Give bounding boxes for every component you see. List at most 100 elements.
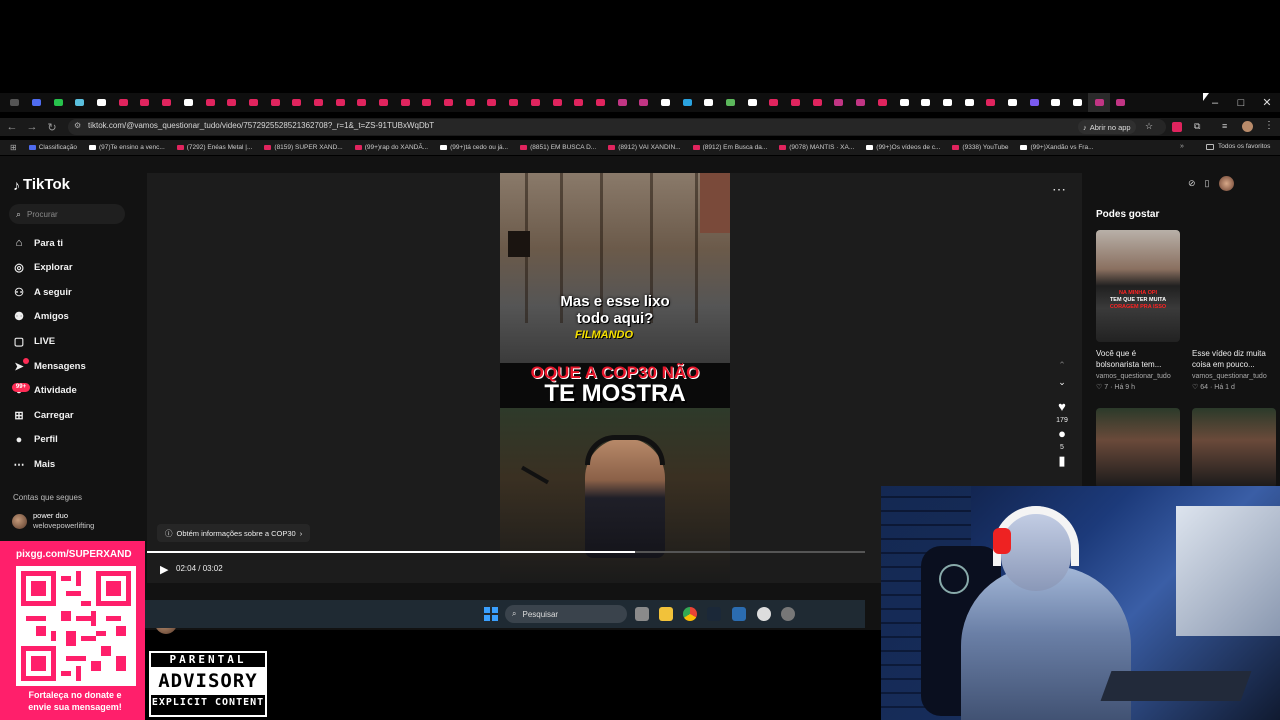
browser-tab[interactable]: [850, 93, 872, 112]
browser-tab[interactable]: [286, 93, 308, 112]
browser-tab[interactable]: [763, 93, 785, 112]
video-frame[interactable]: Mas e esse lixo todo aqui? FILMANDO OQUE…: [500, 173, 730, 583]
browser-tab[interactable]: [633, 93, 655, 112]
extensions-puzzle-icon[interactable]: ⧉: [1194, 121, 1200, 132]
tiktok-logo[interactable]: ♪ TikTok: [13, 176, 70, 193]
file-explorer-icon[interactable]: [659, 607, 673, 621]
browser-tab[interactable]: [676, 93, 698, 112]
browser-tab[interactable]: [329, 93, 351, 112]
browser-tab[interactable]: [134, 93, 156, 112]
bookmark-item[interactable]: (99+)Os vídeos de c...: [866, 144, 940, 151]
sidebar-item-home[interactable]: ⌂ Para ti: [12, 235, 63, 251]
suggestion-card[interactable]: NA MINHA OPI TEM QUE TER MUITA CORAGEM P…: [1096, 230, 1180, 392]
bookmark-item[interactable]: (9338) YouTube: [952, 144, 1008, 151]
browser-tab[interactable]: [828, 93, 850, 112]
browser-tab[interactable]: [611, 93, 633, 112]
browser-tab[interactable]: [1045, 93, 1067, 112]
windows-start-icon[interactable]: [484, 607, 498, 621]
browser-menu-icon[interactable]: ⋮: [1264, 120, 1274, 131]
browser-tab[interactable]: [720, 93, 742, 112]
bookmark-item[interactable]: (8851) EM BUSCA D...: [520, 144, 596, 151]
search-input[interactable]: ⌕ Procurar: [9, 204, 125, 224]
browser-tab[interactable]: [1023, 93, 1045, 112]
suggestion-card[interactable]: Esse vídeo diz muita coisa em pouco... v…: [1192, 230, 1276, 392]
bookmark-item[interactable]: (9078) MANTIS · XA...: [779, 144, 854, 151]
browser-tab[interactable]: [264, 93, 286, 112]
browser-tab[interactable]: [308, 93, 330, 112]
sidebar-item-friends[interactable]: ⚉ Amigos: [12, 309, 69, 325]
bookmark-item[interactable]: (99+)tá cedo ou já...: [440, 144, 508, 151]
browser-tab[interactable]: [980, 93, 1002, 112]
suggestion-thumbnail[interactable]: [1096, 408, 1180, 488]
taskbar-search[interactable]: ⌕ Pesquisar: [505, 605, 627, 623]
info-pill[interactable]: ⓘ Obtém informações sobre a COP30 ›: [157, 524, 311, 542]
browser-tab[interactable]: [655, 93, 677, 112]
close-button[interactable]: ✕: [1254, 93, 1280, 112]
following-account[interactable]: power duo welovepowerlifting: [12, 511, 94, 531]
bookmark-star-icon[interactable]: ☆: [1145, 121, 1153, 132]
browser-tab[interactable]: [937, 93, 959, 112]
browser-tab[interactable]: [416, 93, 438, 112]
browser-tab[interactable]: [1088, 93, 1111, 112]
user-avatar[interactable]: [1218, 176, 1234, 191]
browser-tab[interactable]: [785, 93, 807, 112]
more-bookmarks-icon[interactable]: »: [1180, 143, 1184, 150]
browser-tab[interactable]: [590, 93, 612, 112]
maximize-button[interactable]: □: [1228, 93, 1254, 112]
app-icon[interactable]: [732, 607, 746, 621]
sidebar-item-compass[interactable]: ◎ Explorar: [12, 260, 72, 276]
apps-grid-icon[interactable]: ⊞: [10, 143, 17, 152]
bookmark-icon[interactable]: ▮: [1058, 454, 1065, 468]
forward-button[interactable]: →: [22, 118, 42, 136]
browser-tab[interactable]: [26, 93, 48, 112]
bookmark-item[interactable]: Classificação: [28, 144, 77, 151]
browser-tab[interactable]: [568, 93, 590, 112]
browser-tab[interactable]: [4, 93, 26, 112]
browser-tab[interactable]: [958, 93, 980, 112]
browser-tab[interactable]: [221, 93, 243, 112]
browser-tab[interactable]: [503, 93, 525, 112]
browser-tab[interactable]: [91, 93, 113, 112]
browser-tab[interactable]: [178, 93, 200, 112]
browser-tab[interactable]: [69, 93, 91, 112]
all-favorites[interactable]: Todos os favoritos: [1206, 143, 1270, 150]
bookmark-item[interactable]: (8912) VAI XANDIN...: [608, 144, 681, 151]
suggestion-thumbnail[interactable]: [1192, 408, 1276, 488]
extension-icon[interactable]: [1172, 122, 1182, 132]
play-icon[interactable]: ▶: [160, 563, 168, 576]
browser-tab[interactable]: [546, 93, 568, 112]
browser-tab[interactable]: [47, 93, 69, 112]
browser-tab[interactable]: [156, 93, 178, 112]
bookmark-item[interactable]: (7292) Enéas Metal |...: [176, 144, 252, 151]
sidebar-item-live[interactable]: ▢ LIVE: [12, 333, 55, 349]
bookmark-item[interactable]: (99+)rap do XANDÃ...: [354, 144, 428, 151]
recording-icon[interactable]: [757, 607, 771, 621]
chrome-icon[interactable]: [683, 607, 697, 621]
browser-tab[interactable]: [112, 93, 134, 112]
browser-tab[interactable]: [1110, 93, 1132, 112]
browser-tab[interactable]: [459, 93, 481, 112]
progress-bar[interactable]: [147, 551, 865, 553]
browser-tab[interactable]: [351, 93, 373, 112]
comment-icon[interactable]: ●: [1058, 427, 1066, 441]
bookmark-item[interactable]: (8912) Em Busca da...: [692, 144, 767, 151]
browser-tab[interactable]: [1067, 93, 1089, 112]
browser-tab[interactable]: [893, 93, 915, 112]
media-icon[interactable]: ≡: [1222, 121, 1227, 131]
browser-tab[interactable]: [698, 93, 720, 112]
more-options-icon[interactable]: ⋯: [1052, 181, 1066, 198]
browser-tab[interactable]: [243, 93, 265, 112]
sidebar-item-more[interactable]: ⋯ Mais: [12, 456, 56, 472]
sidebar-item-profile[interactable]: ● Perfil: [12, 432, 58, 448]
settings-icon[interactable]: [781, 607, 795, 621]
browser-tab[interactable]: [438, 93, 460, 112]
reload-button[interactable]: ↻: [42, 118, 62, 136]
sidebar-item-upload[interactable]: ⊞ Carregar: [12, 407, 73, 423]
profile-avatar[interactable]: [1242, 121, 1253, 132]
task-view-icon[interactable]: [635, 607, 649, 621]
bookmark-item[interactable]: (97)Te ensino a venc...: [89, 144, 165, 151]
open-in-app-button[interactable]: ♪ Abrir no app: [1078, 120, 1136, 134]
sidebar-item-following[interactable]: ⚇ A seguir: [12, 284, 72, 300]
site-info-icon[interactable]: ⚙: [74, 121, 81, 130]
next-video-icon[interactable]: ⌄: [1058, 375, 1066, 389]
